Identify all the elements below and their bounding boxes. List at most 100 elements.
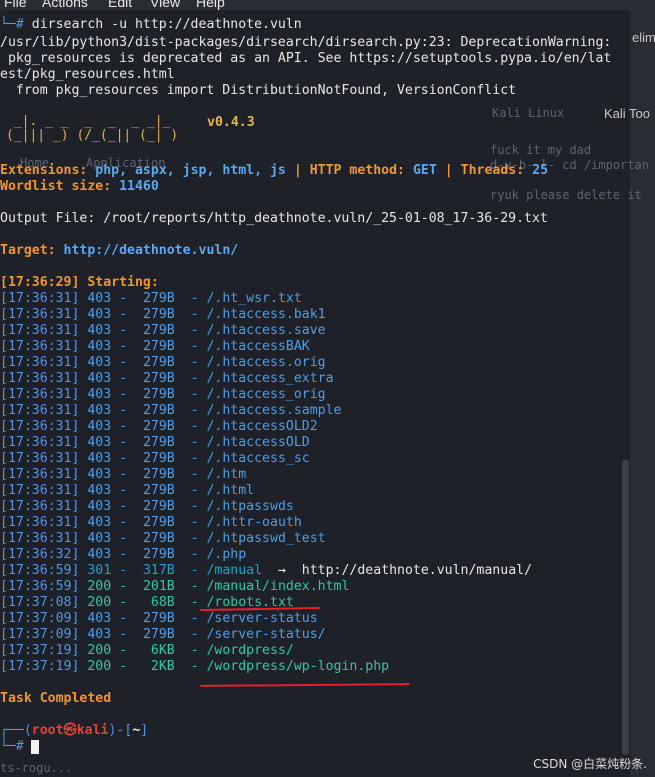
terminal-scrollbar[interactable] <box>622 460 629 755</box>
result-timestamp: [17:36:31] <box>0 515 80 530</box>
result-status-code: 403 <box>87 531 112 546</box>
starting-line: [17:36:29] Starting: <box>0 275 159 290</box>
result-timestamp: [17:37:09] <box>0 611 80 626</box>
command-line: └─# dirsearch -u http://deathnote.vuln <box>0 17 302 33</box>
result-status-code: 403 <box>87 627 112 642</box>
result-timestamp: [17:36:31] <box>0 451 80 466</box>
result-size: 279B <box>135 307 175 322</box>
result-status-code: 403 <box>87 403 112 418</box>
result-row: [17:36:31] 403 - 279B - /.html <box>0 483 255 498</box>
result-path[interactable]: /server-status <box>206 611 317 626</box>
result-status-code: 200 <box>87 643 112 658</box>
result-row: [17:36:31] 403 - 279B - /.htaccess_sc <box>0 451 310 466</box>
result-path[interactable]: /wordpress/ <box>206 643 293 658</box>
prompt-symbol: └─# <box>0 17 24 32</box>
banner-art: (_||| _) (/_(_|| (_| ) <box>6 128 179 143</box>
result-path[interactable]: /.htaccess.orig <box>206 355 325 370</box>
result-path[interactable]: /.htaccess_sc <box>206 451 309 466</box>
result-timestamp: [17:37:09] <box>0 627 80 642</box>
result-path[interactable]: /manual/index.html <box>206 579 349 594</box>
result-path[interactable]: /server-status/ <box>206 627 325 642</box>
method-value: GET <box>412 163 437 178</box>
result-timestamp: [17:36:31] <box>0 483 80 498</box>
result-timestamp: [17:37:08] <box>0 595 80 610</box>
result-path[interactable]: /.htaccess.sample <box>206 403 341 418</box>
terminal-output[interactable]: └─# dirsearch -u http://deathnote.vuln /… <box>0 0 620 777</box>
threads-value: 25 <box>532 163 549 178</box>
result-size: 279B <box>135 483 175 498</box>
config-line: Extensions: php, aspx, jsp, html, js | H… <box>0 163 548 179</box>
result-size: 279B <box>135 323 175 338</box>
result-timestamp: [17:36:31] <box>0 355 80 370</box>
result-path[interactable]: /.htaccessOLD <box>206 435 309 450</box>
separator: | <box>444 163 453 178</box>
result-path[interactable]: /.htaccess.save <box>206 323 325 338</box>
result-path[interactable]: /.htm <box>206 467 246 482</box>
prompt-symbol: └─# <box>0 739 24 754</box>
result-path[interactable]: /.httr-oauth <box>206 515 301 530</box>
result-timestamp: [17:36:31] <box>0 387 80 402</box>
result-timestamp: [17:36:31] <box>0 467 80 482</box>
result-status-code: 403 <box>87 371 112 386</box>
result-status-code: 403 <box>87 467 112 482</box>
result-row: [17:36:31] 403 - 279B - /.htaccessBAK <box>0 339 310 354</box>
result-row: [17:36:59] 200 - 201B - /manual/index.ht… <box>0 579 350 594</box>
result-size: 279B <box>135 611 175 626</box>
warning-line: from pkg_resources import DistributionNo… <box>0 83 517 98</box>
result-path[interactable]: /.ht_wsr.txt <box>206 291 301 306</box>
result-timestamp: [17:36:59] <box>0 563 80 578</box>
prompt-mid: )-[ <box>108 723 133 738</box>
result-status-code: 403 <box>87 547 112 562</box>
result-path[interactable]: /.htaccessOLD2 <box>206 419 317 434</box>
separator: | <box>293 163 302 178</box>
result-path[interactable]: /.htaccess.bak1 <box>206 307 325 322</box>
result-size: 279B <box>135 291 175 306</box>
result-row: [17:36:59] 301 - 317B - /manual → http:/… <box>0 563 533 578</box>
result-path[interactable]: /.htaccessBAK <box>206 339 309 354</box>
result-row: [17:37:09] 403 - 279B - /server-status <box>0 611 318 626</box>
result-size: 279B <box>135 355 175 370</box>
result-row: [17:36:32] 403 - 279B - /.php <box>0 547 247 562</box>
prompt-user: root㉿kali <box>31 723 109 738</box>
result-row: [17:36:31] 403 - 279B - /.htaccess.orig <box>0 355 326 370</box>
result-row: [17:37:09] 403 - 279B - /server-status/ <box>0 627 326 642</box>
result-status-code: 200 <box>87 579 112 594</box>
result-path[interactable]: /.htpasswds <box>206 499 293 514</box>
result-path[interactable]: /.htaccess_orig <box>206 387 325 402</box>
result-status-code: 403 <box>87 355 112 370</box>
result-row: [17:36:31] 403 - 279B - /.htpasswds <box>0 499 294 514</box>
result-size: 279B <box>135 451 175 466</box>
result-path[interactable]: /.htaccess_extra <box>206 371 333 386</box>
result-timestamp: [17:36:32] <box>0 547 80 562</box>
warning-line: /usr/lib/python3/dist-packages/dirsearch… <box>0 35 612 50</box>
threads-label: Threads: <box>460 163 525 178</box>
method-label: HTTP method: <box>309 163 405 178</box>
wordlist-value: 11460 <box>119 179 159 194</box>
result-path[interactable]: /.htpasswd_test <box>206 531 325 546</box>
result-timestamp: [17:36:31] <box>0 531 80 546</box>
result-timestamp: [17:36:31] <box>0 323 80 338</box>
result-status-code: 403 <box>87 499 112 514</box>
result-status-code: 403 <box>87 339 112 354</box>
warning-line: pkg_resources is deprecated as an API. S… <box>0 51 612 66</box>
result-size: 279B <box>135 371 175 386</box>
result-size: 279B <box>135 403 175 418</box>
wordlist-line: Wordlist size: 11460 <box>0 179 159 195</box>
wordlist-label: Wordlist size: <box>0 179 112 194</box>
result-row: [17:36:31] 403 - 279B - /.htaccess.save <box>0 323 326 338</box>
prompt-open: ┌──( <box>0 723 32 738</box>
result-status-code: 403 <box>87 291 112 306</box>
result-row: [17:36:31] 403 - 279B - /.htaccess.sampl… <box>0 403 342 418</box>
result-path[interactable]: /manual <box>206 563 262 578</box>
result-size: 279B <box>135 531 175 546</box>
task-completed: Task Completed <box>0 691 112 706</box>
extensions-label: Extensions: <box>0 163 88 178</box>
result-path[interactable]: /wordpress/wp-login.php <box>206 659 389 674</box>
result-size: 279B <box>135 467 175 482</box>
watermark: CSDN @白菜炖粉条. <box>533 757 647 771</box>
background-window-tab: elim <box>632 30 655 45</box>
result-row: [17:36:31] 403 - 279B - /.htaccessOLD2 <box>0 419 318 434</box>
result-status-code: 403 <box>87 323 112 338</box>
result-path[interactable]: /.php <box>206 547 246 562</box>
result-path[interactable]: /.html <box>206 483 254 498</box>
